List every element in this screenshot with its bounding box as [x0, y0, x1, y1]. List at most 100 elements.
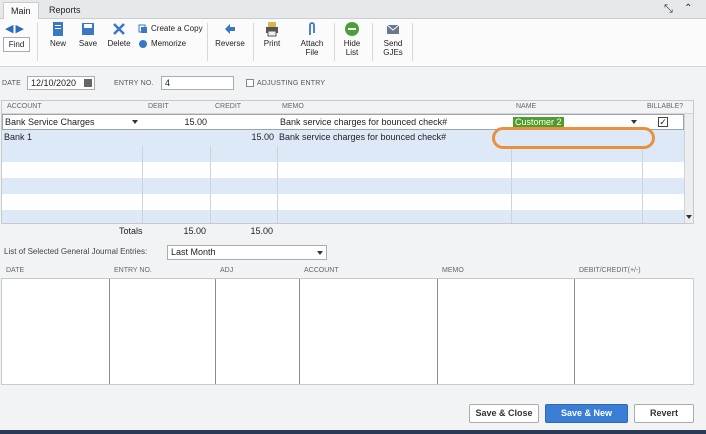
paperclip-icon [309, 22, 315, 35]
highlight-annotation [492, 127, 655, 149]
save-label: Save [78, 39, 98, 48]
hide-label-2: List [345, 48, 359, 57]
send-label-1: Send [383, 39, 403, 48]
printer-icon [266, 22, 278, 37]
date-label: DATE [2, 80, 21, 87]
calendar-icon[interactable] [84, 79, 92, 87]
reverse-label: Reverse [215, 39, 245, 48]
toolbar-separator [37, 23, 38, 61]
send-gjes-button[interactable]: Send GJEs [380, 21, 406, 57]
tab-reports[interactable]: Reports [42, 2, 88, 19]
col-memo: MEMO [282, 103, 304, 110]
row-credit[interactable]: 15.00 [211, 130, 274, 146]
find-button[interactable]: Find [3, 37, 30, 52]
save-button[interactable]: Save [77, 21, 99, 48]
reverse-button[interactable]: Reverse [213, 21, 247, 48]
print-button[interactable]: Print [260, 21, 284, 48]
list-filter-value: Last Month [171, 247, 216, 257]
bottom-bar [0, 430, 706, 434]
col-divider [574, 279, 575, 384]
chevron-down-icon[interactable] [631, 120, 637, 124]
entry-no-label: ENTRY NO. [114, 80, 154, 87]
col-billable: BILLABLE? [647, 103, 684, 110]
grid-scrollbar[interactable] [684, 114, 693, 223]
hide-label-1: Hide [343, 39, 361, 48]
list-col-date: DATE [6, 267, 25, 274]
delete-button[interactable]: Delete [106, 21, 132, 48]
row-debit[interactable]: 15.00 [144, 115, 207, 131]
toolbar-separator [207, 23, 208, 61]
send-envelope-icon [386, 24, 400, 34]
chevron-down-icon[interactable] [132, 120, 138, 124]
row-account[interactable]: Bank 1 [4, 130, 134, 146]
memorize-label: Memorize [151, 39, 187, 48]
restore-icon[interactable]: ⤡ [664, 3, 673, 16]
adjusting-entry-label: ADJUSTING ENTRY [257, 80, 326, 87]
save-new-button[interactable]: Save & New [545, 404, 628, 423]
memorize-icon [139, 39, 147, 48]
date-value: 12/10/2020 [31, 78, 77, 88]
memorize-button[interactable]: Memorize [138, 38, 186, 50]
copy-icon [138, 24, 147, 33]
row-account[interactable]: Bank Service Charges [5, 115, 135, 131]
row-memo[interactable]: Bank service charges for bounced check# [280, 115, 510, 131]
toolbar-separator [412, 23, 413, 61]
attach-label-1: Attach [300, 39, 324, 48]
nav-arrows: ◀▶ [5, 22, 26, 35]
new-document-icon [53, 22, 63, 36]
attach-label-2: File [305, 48, 319, 57]
journal-grid: ACCOUNT DEBIT CREDIT MEMO NAME BILLABLE?… [1, 100, 694, 224]
billable-checkbox[interactable]: ✓ [658, 117, 668, 127]
list-col-debit-credit: DEBIT/CREDIT(+/-) [579, 267, 641, 274]
send-label-2: GJEs [383, 48, 403, 57]
delete-x-icon [113, 23, 125, 35]
col-divider [299, 279, 300, 384]
create-copy-button[interactable]: Create a Copy [138, 23, 203, 35]
journal-entries-list[interactable] [1, 278, 694, 385]
toolbar-separator [253, 23, 254, 61]
hide-list-button[interactable]: Hide List [340, 21, 364, 57]
grid-header: ACCOUNT DEBIT CREDIT MEMO NAME BILLABLE? [2, 101, 693, 114]
list-col-memo: MEMO [442, 267, 464, 274]
next-arrow-icon[interactable]: ▶ [15, 23, 25, 35]
toolbar-separator [372, 23, 373, 61]
list-col-adj: ADJ [220, 267, 234, 274]
new-label: New [49, 39, 66, 48]
date-field[interactable]: 12/10/2020 [27, 76, 95, 90]
table-row[interactable] [2, 178, 684, 194]
revert-button[interactable]: Revert [634, 404, 694, 423]
adjusting-entry-checkbox[interactable] [246, 79, 254, 87]
delete-label: Delete [107, 39, 131, 48]
print-label: Print [263, 39, 281, 48]
reverse-arrow-icon [225, 24, 235, 34]
hide-list-icon [345, 22, 359, 36]
chevron-down-icon[interactable] [317, 251, 323, 255]
list-header: DATE ENTRY NO. ADJ ACCOUNT MEMO DEBIT/CR… [1, 264, 694, 278]
table-row[interactable] [2, 210, 684, 223]
total-debit: 15.00 [183, 226, 206, 236]
tab-main[interactable]: Main [3, 2, 39, 19]
list-label: List of Selected General Journal Entries… [4, 247, 148, 256]
entry-no-field[interactable]: 4 [161, 76, 234, 90]
col-divider [109, 279, 110, 384]
col-account: ACCOUNT [7, 103, 42, 110]
save-close-button[interactable]: Save & Close [469, 404, 539, 423]
entry-no-value: 4 [165, 78, 171, 88]
list-col-entry-no: ENTRY NO. [114, 267, 152, 274]
col-debit: DEBIT [148, 103, 169, 110]
attach-file-button[interactable]: Attach File [298, 21, 326, 57]
previous-arrow-icon[interactable]: ◀ [5, 23, 15, 35]
total-credit: 15.00 [250, 226, 273, 236]
new-button[interactable]: New [47, 21, 69, 48]
totals-label: Totals [119, 226, 143, 236]
scroll-down-icon[interactable] [686, 215, 692, 219]
row-memo[interactable]: Bank service charges for bounced check# [279, 130, 509, 146]
col-divider [437, 279, 438, 384]
create-copy-label: Create a Copy [151, 24, 203, 33]
col-name: NAME [516, 103, 537, 110]
list-col-account: ACCOUNT [304, 267, 339, 274]
save-disk-icon [82, 23, 94, 35]
collapse-icon[interactable]: ⌃ [684, 3, 692, 14]
col-divider [215, 279, 216, 384]
list-filter-dropdown[interactable]: Last Month [167, 245, 327, 260]
